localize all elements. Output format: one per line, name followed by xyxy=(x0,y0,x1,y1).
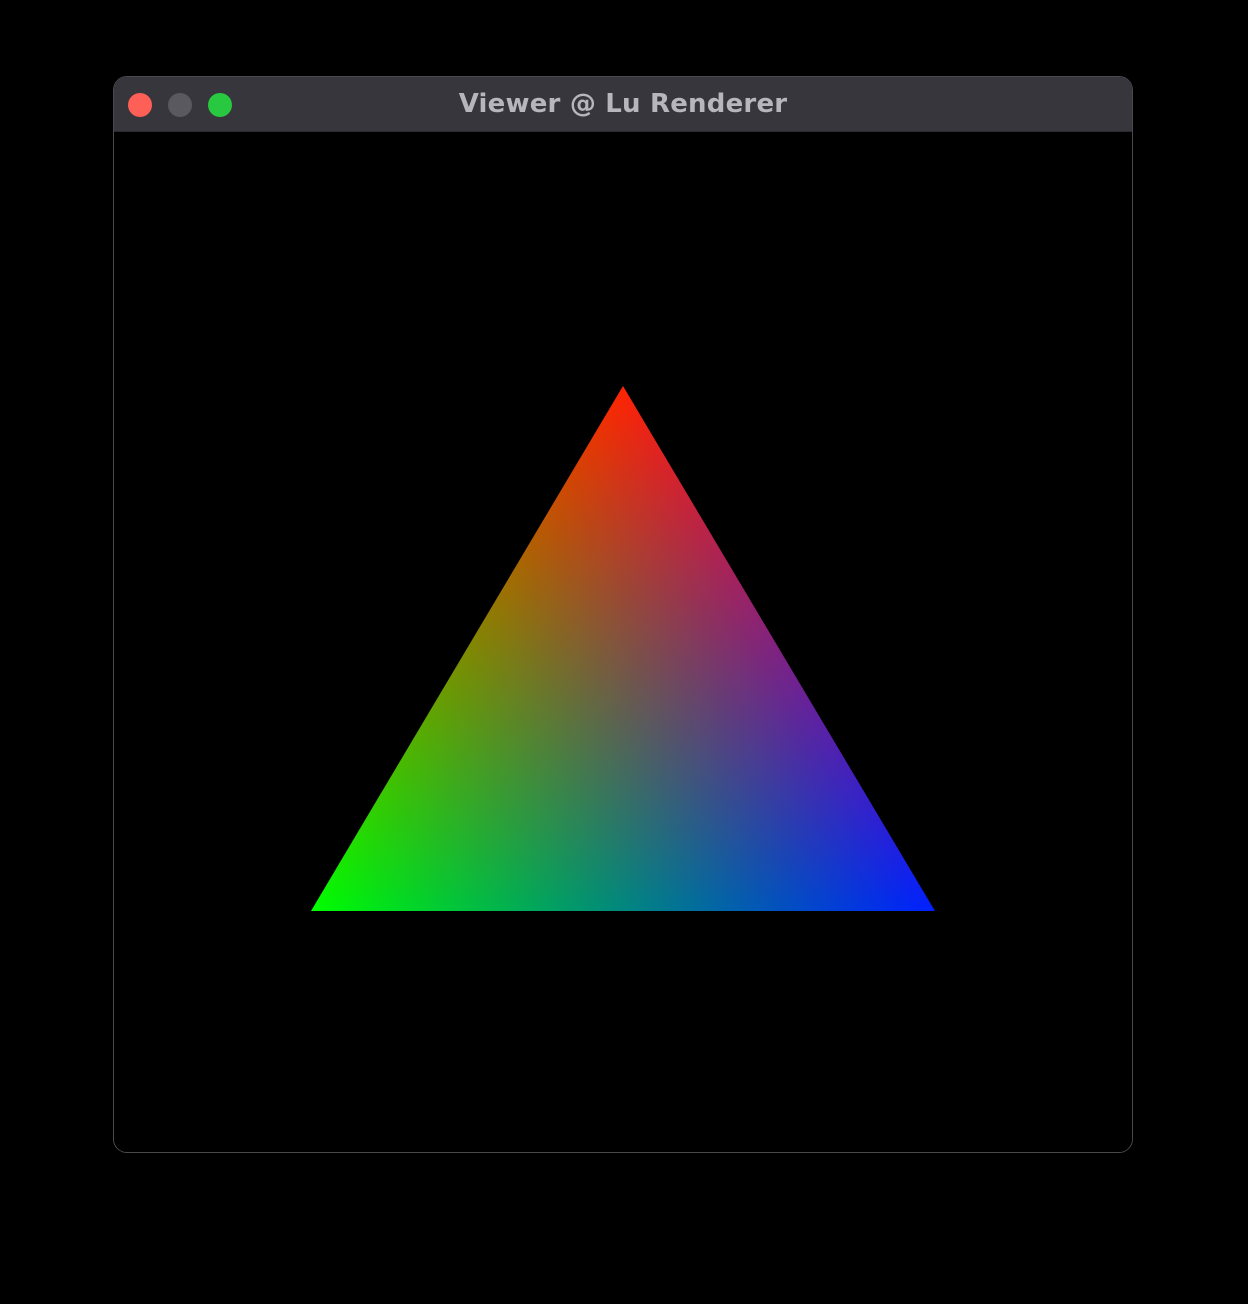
viewer-window: Viewer @ Lu Renderer xyxy=(113,76,1133,1153)
render-canvas xyxy=(311,386,935,911)
rgb-triangle xyxy=(311,386,935,911)
title-bar[interactable]: Viewer @ Lu Renderer xyxy=(114,77,1132,132)
render-viewport[interactable] xyxy=(114,132,1132,1152)
triangle-blue-layer xyxy=(311,386,935,911)
window-title: Viewer @ Lu Renderer xyxy=(458,89,788,119)
